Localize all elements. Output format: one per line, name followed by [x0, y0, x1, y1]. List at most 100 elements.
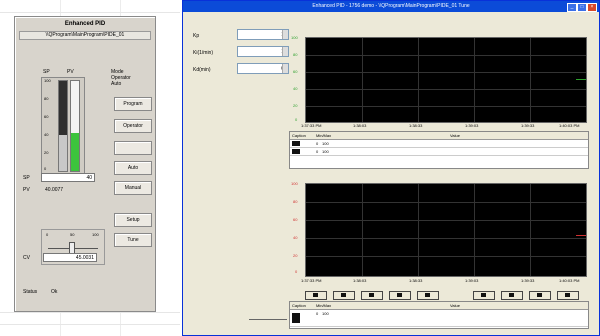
- sp-bar-dark: [59, 81, 67, 135]
- ki-input[interactable]: 1: [237, 46, 289, 57]
- program-button[interactable]: Program: [114, 97, 152, 111]
- kp-label: Kp: [193, 33, 200, 39]
- scroll-live-button[interactable]: [557, 291, 579, 300]
- trend-gridline: [306, 202, 586, 203]
- trend-gridline: [362, 38, 363, 122]
- scale-tick: 100: [44, 78, 51, 83]
- zoom-in-button[interactable]: [417, 291, 439, 300]
- trend-gridline: [474, 38, 475, 122]
- status-label: Status: [23, 289, 38, 295]
- trend1-x-tick: 1:39:03: [465, 123, 479, 128]
- value-header: Value: [450, 133, 460, 138]
- pen-color-swatch: [292, 141, 300, 146]
- value-header: Value: [450, 303, 460, 308]
- cv-scale-tick: 100: [92, 232, 99, 237]
- trend-gridline: [306, 55, 586, 56]
- blank-button[interactable]: [114, 141, 152, 155]
- trend2-x-tick: 1:37:33 PM: [301, 278, 322, 283]
- kp-spinner[interactable]: [282, 30, 288, 39]
- trend1-x-tick: 1:38:33: [409, 123, 423, 128]
- trend2-y-tick: 60: [293, 217, 298, 222]
- manual-button[interactable]: Manual: [114, 181, 152, 195]
- pv-bar-fill: [71, 133, 79, 171]
- cv-scale-tick: 0: [46, 232, 49, 237]
- pen-min: 0: [316, 141, 319, 146]
- scale-tick: 0: [44, 166, 47, 171]
- trend1-x-tick: 1:40:03 PM: [559, 123, 580, 128]
- trend-chart-1[interactable]: [305, 37, 587, 123]
- trend2-x-tick: 1:40:03 PM: [559, 278, 580, 283]
- step-back-button[interactable]: [361, 291, 383, 300]
- cv-field-label: CV: [23, 255, 30, 261]
- trend2-x-tick: 1:38:33: [409, 278, 423, 283]
- trend1-x-tick: 1:38:03: [353, 123, 367, 128]
- trend-gridline: [306, 106, 586, 107]
- setup-button[interactable]: Setup: [114, 213, 152, 227]
- pv-bar-label: PV: [67, 69, 74, 75]
- minmax-header: Min/Max: [316, 303, 332, 308]
- scroll-start-button[interactable]: [305, 291, 327, 300]
- page-back-button[interactable]: [333, 291, 355, 300]
- auto-button[interactable]: Auto: [114, 161, 152, 175]
- operator-button[interactable]: Operator: [114, 119, 152, 133]
- trend-gridline: [474, 184, 475, 276]
- pid-faceplate: Enhanced PID \\QProgram\MainProgram\PIDE…: [14, 16, 156, 312]
- maximize-icon[interactable]: □: [577, 3, 587, 12]
- kd-input[interactable]: 0: [237, 63, 289, 74]
- page-forward-button[interactable]: [501, 291, 523, 300]
- trend1-x-tick: 1:39:33: [521, 123, 535, 128]
- scale-tick: 80: [44, 96, 49, 101]
- step-forward-button[interactable]: [473, 291, 495, 300]
- tune-button[interactable]: Tune: [114, 233, 152, 247]
- pen-color-swatch: [292, 313, 300, 323]
- zoom-out-button[interactable]: [389, 291, 411, 300]
- kd-label: Kd(min): [193, 67, 211, 73]
- grid-row-line: [0, 312, 180, 313]
- trend2-x-tick: 1:39:03: [465, 278, 479, 283]
- pen-row[interactable]: 0 100: [290, 148, 588, 156]
- pv-bar: [70, 80, 80, 172]
- sp-bar-fill: [59, 135, 67, 171]
- tune-window: Enhanced PID - 1756 demo - \\QProgram\Ma…: [182, 0, 600, 336]
- mode-line: Auto: [111, 81, 122, 87]
- pen-color-swatch: [292, 149, 300, 154]
- trend-gridline: [530, 184, 531, 276]
- cv-input[interactable]: 45.0031: [43, 253, 97, 262]
- tuning-params-pane: Kp 1 Ki(1/min) 1 Kd(min) 0: [185, 13, 291, 335]
- ki-spinner[interactable]: [282, 47, 288, 56]
- trend-gridline: [306, 220, 586, 221]
- pen-table-header: Caption Min/Max Value: [290, 302, 588, 310]
- trend-gridline: [306, 256, 586, 257]
- sp-field-label: SP: [23, 175, 30, 181]
- pen-row[interactable]: 0 100: [290, 140, 588, 148]
- ki-label: Ki(1/min): [193, 50, 214, 56]
- sp-input[interactable]: 40: [41, 173, 95, 182]
- pen-min: 0: [316, 311, 319, 316]
- sp-bar-label: SP: [43, 69, 50, 75]
- trend2-x-tick: 1:38:03: [353, 278, 367, 283]
- pv-field-label: PV: [23, 187, 30, 193]
- mode-status: Mode Operator Auto: [111, 69, 151, 87]
- trend-gridline: [306, 89, 586, 90]
- minimize-icon[interactable]: _: [567, 3, 577, 12]
- trend1-y-tick: 20: [293, 103, 298, 108]
- trend1-y-tick: 0: [295, 117, 298, 122]
- grid-row-line: [0, 324, 180, 325]
- close-icon[interactable]: ×: [587, 3, 597, 12]
- trend2-y-tick: 80: [293, 199, 298, 204]
- scroll-end-button[interactable]: [529, 291, 551, 300]
- kd-spinner[interactable]: [282, 64, 288, 73]
- window-title-bar: Enhanced PID - 1756 demo - \\QProgram\Ma…: [183, 1, 599, 12]
- pen-max: 100: [322, 311, 329, 316]
- trend2-y-tick: 100: [291, 181, 298, 186]
- pen-row[interactable]: 0 100: [290, 310, 588, 327]
- minmax-header: Min/Max: [316, 133, 332, 138]
- trend-gridline: [306, 72, 586, 73]
- grid-row-line: [0, 12, 180, 13]
- pen-max: 100: [322, 149, 329, 154]
- trend-gridline: [362, 184, 363, 276]
- trend-chart-2[interactable]: [305, 183, 587, 277]
- trend-gridline: [306, 238, 586, 239]
- faceplate-tag-path[interactable]: \\QProgram\MainProgram\PIDE_01: [19, 31, 151, 40]
- kp-input[interactable]: 1: [237, 29, 289, 40]
